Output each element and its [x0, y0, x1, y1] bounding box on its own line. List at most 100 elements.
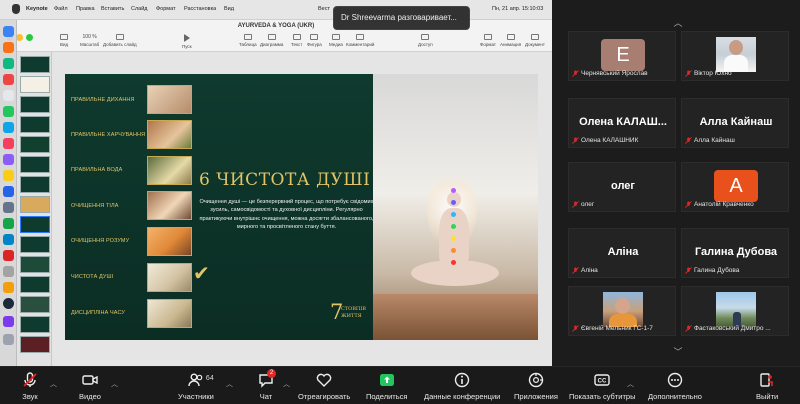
- keynote-icon[interactable]: [3, 234, 14, 245]
- media-button[interactable]: Медиа: [329, 34, 343, 47]
- app-icon[interactable]: [3, 202, 14, 213]
- menu-file[interactable]: Файл: [54, 6, 68, 12]
- app-icon[interactable]: [3, 218, 14, 229]
- slide-menu-item: Правильне дихання: [71, 97, 135, 103]
- mic-off-icon: [685, 137, 692, 144]
- format-button[interactable]: Формат: [480, 34, 496, 47]
- participants-button[interactable]: 64 Участники: [178, 372, 214, 401]
- minimize-window-icon[interactable]: [16, 34, 23, 41]
- participant-tile[interactable]: A Анатолій Кравченко: [681, 162, 789, 212]
- text-button[interactable]: Текст: [291, 34, 302, 47]
- participant-name: Євгеній Мельник ГС-1-7: [581, 325, 653, 332]
- zoom-dropdown[interactable]: 100 % Масштаб: [80, 34, 99, 47]
- play-icon: [183, 34, 190, 42]
- participant-tile[interactable]: Віктор Юхно: [681, 31, 789, 81]
- video-button[interactable]: Видео: [79, 372, 101, 401]
- audio-options-caret-icon[interactable]: ︿: [50, 379, 57, 389]
- slide-thumbnail[interactable]: [20, 316, 50, 333]
- slide-thumbnail[interactable]: [20, 136, 50, 153]
- app-icon[interactable]: [3, 42, 14, 53]
- table-button[interactable]: Таблица: [239, 34, 257, 47]
- slide-heading: 6 ЧИСТОТА ДУШІ: [199, 170, 371, 190]
- mic-off-icon: [685, 70, 692, 77]
- app-icon[interactable]: [3, 74, 14, 85]
- annotate-icon[interactable]: [3, 298, 14, 309]
- menu-slide[interactable]: Слайд: [131, 6, 148, 12]
- participant-tile[interactable]: Аліна Аліна: [568, 228, 676, 278]
- participant-name: Чернявський Ярослав: [581, 70, 648, 77]
- more-button[interactable]: Дополнительно: [648, 372, 702, 401]
- slide[interactable]: Правильне дихання Правильне харчування П…: [65, 74, 538, 340]
- chart-button[interactable]: Диаграмма: [260, 34, 283, 47]
- gallery-up-chevron-icon[interactable]: ︿: [672, 16, 684, 28]
- slide-thumbnail[interactable]: [20, 256, 50, 273]
- participant-tile[interactable]: E Чернявський Ярослав: [568, 31, 676, 81]
- menu-app-name[interactable]: Keynote: [26, 6, 48, 12]
- app-icon[interactable]: [3, 58, 14, 69]
- slide-thumbnail[interactable]: [20, 156, 50, 173]
- slide-thumbnail[interactable]: [20, 336, 50, 353]
- mail-icon[interactable]: [3, 122, 14, 133]
- participant-tile[interactable]: Олена КАЛАШ... Олена КАЛАШНИК: [568, 98, 676, 148]
- share-screen-button[interactable]: Поделиться: [366, 372, 407, 401]
- slide-thumbnail[interactable]: [20, 176, 50, 193]
- captions-button[interactable]: CC Показать субтитры: [569, 372, 635, 401]
- trash-icon[interactable]: [3, 334, 14, 345]
- slide-thumbnail[interactable]: [20, 276, 50, 293]
- slide-thumbnail[interactable]: [20, 76, 50, 93]
- music-icon[interactable]: [3, 138, 14, 149]
- app-icon[interactable]: [3, 282, 14, 293]
- participant-tile[interactable]: Алла Кайнаш Алла Кайнаш: [681, 98, 789, 148]
- document-button[interactable]: Документ: [525, 34, 545, 47]
- zoom-window-icon[interactable]: [26, 34, 33, 41]
- chat-button[interactable]: 2 Чат: [258, 369, 276, 401]
- apps-button[interactable]: Приложения: [514, 372, 558, 401]
- menu-format[interactable]: Формат: [156, 6, 176, 12]
- settings-icon[interactable]: [3, 266, 14, 277]
- slide-thumbnail[interactable]: [20, 96, 50, 113]
- menu-window-partial[interactable]: Вест: [318, 6, 330, 12]
- shape-button[interactable]: Фигура: [307, 34, 322, 47]
- breathing-photo: [147, 85, 192, 114]
- audio-button[interactable]: Звук: [22, 372, 38, 401]
- calendar-icon[interactable]: [3, 90, 14, 101]
- participant-tile[interactable]: олег олег: [568, 162, 676, 212]
- slide-thumbnail[interactable]: [20, 236, 50, 253]
- finder-icon[interactable]: [3, 26, 14, 37]
- menu-insert[interactable]: Вставить: [101, 6, 124, 12]
- slide-thumbnail[interactable]: [20, 56, 50, 73]
- zoom-app-icon[interactable]: [3, 186, 14, 197]
- chat-options-caret-icon[interactable]: ︿: [283, 379, 290, 389]
- participants-options-caret-icon[interactable]: ︿: [226, 379, 233, 389]
- view-button[interactable]: Вид: [60, 34, 68, 47]
- gallery-down-chevron-icon[interactable]: ﹀: [672, 345, 684, 357]
- comment-button[interactable]: Комментарий: [346, 34, 374, 47]
- participant-tile[interactable]: Євгеній Мельник ГС-1-7: [568, 286, 676, 336]
- video-options-caret-icon[interactable]: ︿: [111, 379, 118, 389]
- slide-thumbnail[interactable]: [20, 196, 50, 213]
- leave-button[interactable]: Выйти: [756, 372, 778, 401]
- animate-button[interactable]: Анимация: [500, 34, 521, 47]
- meeting-info-button[interactable]: Данные конференции: [424, 372, 500, 401]
- captions-options-caret-icon[interactable]: ︿: [627, 379, 634, 389]
- menu-view[interactable]: Вид: [224, 6, 234, 12]
- apple-icon[interactable]: [12, 4, 20, 14]
- menu-edit[interactable]: Правка: [76, 6, 95, 12]
- app-icon[interactable]: [3, 316, 14, 327]
- app-icon[interactable]: [3, 154, 14, 165]
- participant-tile[interactable]: Галина Дубова Галина Дубова: [681, 228, 789, 278]
- chat-unread-badge: 2: [267, 369, 276, 378]
- slide-thumbnail[interactable]: [20, 116, 50, 133]
- chakra-dot: [451, 236, 456, 241]
- slide-thumbnail[interactable]: [20, 296, 50, 313]
- react-button[interactable]: Отреагировать: [298, 372, 350, 401]
- menu-arrange[interactable]: Расстановка: [184, 6, 216, 12]
- participant-tile[interactable]: Фастаковський Дмитро ...: [681, 286, 789, 336]
- add-slide-button[interactable]: Добавить слайд: [103, 34, 137, 47]
- share-doc-button[interactable]: Доступ: [418, 34, 433, 47]
- play-button[interactable]: Пуск: [182, 34, 192, 49]
- messages-icon[interactable]: [3, 106, 14, 117]
- notes-icon[interactable]: [3, 170, 14, 181]
- slide-thumbnail-selected[interactable]: [20, 216, 50, 233]
- app-icon[interactable]: [3, 250, 14, 261]
